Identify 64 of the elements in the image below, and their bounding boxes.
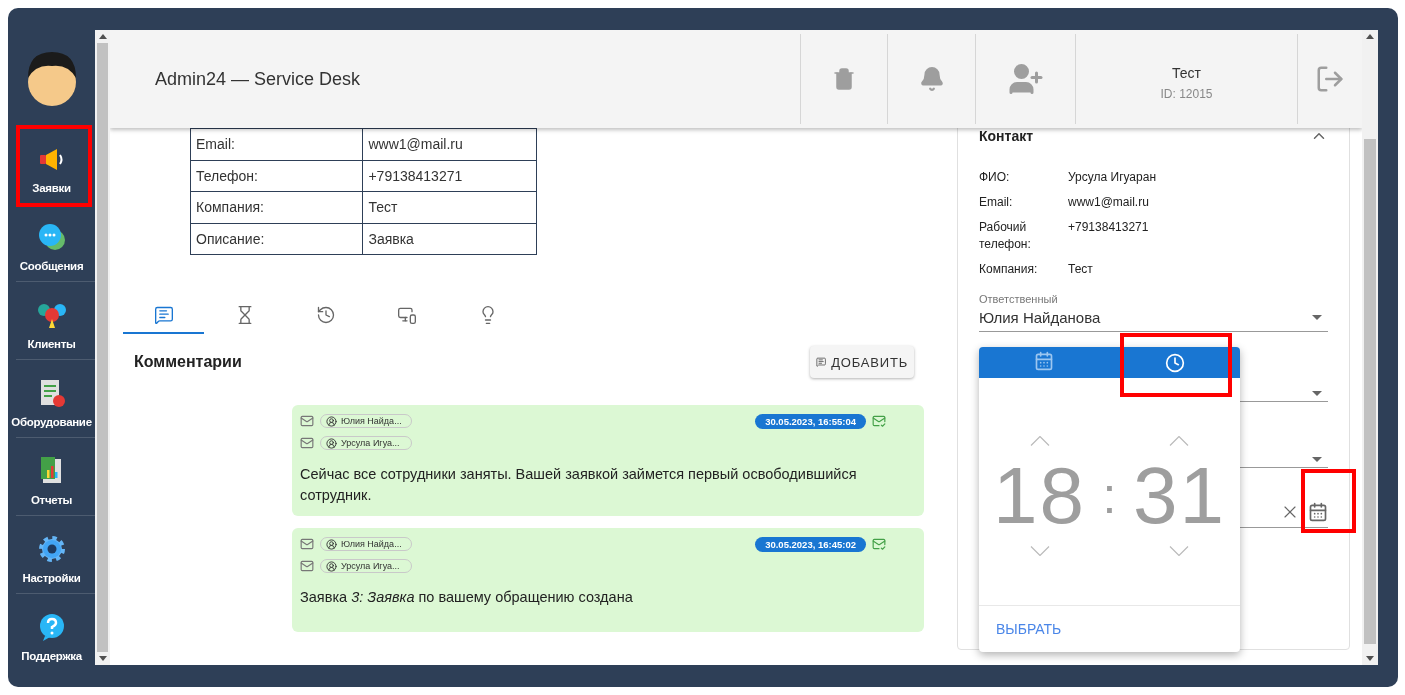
increment-button[interactable] [1029,435,1050,446]
field-value: Тест [1068,261,1094,278]
table-cell: Компания: [190,191,363,223]
user-icon [326,560,337,572]
decrement-button[interactable] [1169,545,1190,556]
table-cell: Email: [190,128,363,160]
user-icon [326,415,337,427]
field-label: Email: [979,194,1014,211]
comment-text: Сейчас все сотрудники заняты. Вашей заявкой займется первый освободившийся сотрудник. [300,465,858,505]
chevron-down-icon [1169,545,1190,556]
chevron-up-icon [1029,435,1050,446]
table-cell: Описание: [190,223,363,255]
table-cell: +79138413271 [362,160,537,192]
mail-check-icon [872,414,886,428]
field-value: Урсула Игуаран [1068,169,1158,186]
panel-title: Контакт [979,128,1034,144]
mail-icon [300,414,314,428]
field-value: www1@mail.ru [1068,194,1150,211]
mail-check-icon [872,537,886,551]
user-icon [326,538,337,550]
table-cell: Телефон: [190,160,363,192]
calendar-icon [1034,351,1055,371]
field-value: +79138413271 [1068,219,1150,236]
hours-value: 18 [993,449,1087,542]
nav-item[interactable]: Сообщения [8,203,95,281]
comment-icon [153,304,174,325]
minutes-value: 31 [1132,449,1226,542]
chevron-up-icon [1169,435,1190,446]
user-icon [326,437,337,449]
clock-icon [1164,352,1185,373]
time-separator: : [1102,466,1117,525]
calendar-button[interactable] [1308,502,1328,522]
assignee-select[interactable]: Ответственный Юлия Найданова [979,284,1328,332]
user-id: ID: 12015 [1160,87,1213,101]
timestamp: 30.05.2023, 16:55:04 [755,413,866,429]
chevron-down-icon [1029,545,1050,556]
notifications-button[interactable] [918,66,945,92]
table-cell: www1@mail.ru [362,128,537,160]
table-cell: Заявка [362,223,537,255]
select-button[interactable]: ВЫБРАТЬ [996,621,1062,637]
field-label: ФИО: [979,169,1011,186]
nav-item[interactable]: Заявки [8,125,95,203]
app-title: Admin24 — Service Desk [154,68,362,90]
logout-button[interactable] [1315,64,1345,94]
delete-button[interactable] [832,67,856,91]
add-user-button[interactable] [1007,61,1044,97]
user-name: Тест [1172,65,1201,81]
mail-icon [300,436,314,450]
table-cell: Тест [362,191,537,223]
increment-button[interactable] [1169,435,1190,446]
history-icon [315,304,336,325]
field-label: Компания: [979,261,1039,278]
mail-icon [300,559,314,573]
scrollbar[interactable] [1362,30,1378,665]
comment-text: Заявка 3: Заявка по вашему обращению создана [300,588,634,607]
chat-icon [36,222,67,252]
scrollbar[interactable] [95,30,110,665]
section-title: Комментарии [134,353,242,371]
add-button[interactable]: ДОБАВИТЬ [810,346,914,378]
field-label: Рабочий телефон: [979,219,1032,253]
timestamp: 30.05.2023, 16:45:02 [755,536,866,552]
mail-icon [300,537,314,551]
gear-icon [36,534,67,564]
decrement-button[interactable] [1029,545,1050,556]
